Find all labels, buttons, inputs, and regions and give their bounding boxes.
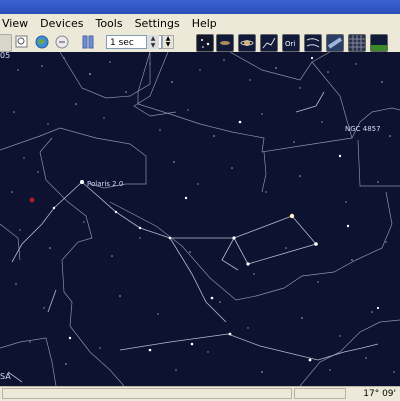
menu-help[interactable]: Help	[186, 17, 223, 30]
time-step-increment[interactable]: ▲	[146, 35, 159, 42]
stop-clock-icon[interactable]	[54, 34, 70, 50]
svg-text:Ori: Ori	[285, 40, 295, 48]
object-label-ngc[interactable]: NGC 4857	[345, 125, 381, 133]
menu-devices[interactable]: Devices	[34, 17, 89, 30]
window-title-bar	[0, 0, 400, 14]
partial-button[interactable]	[0, 34, 12, 52]
sky-chart-canvas[interactable]	[0, 52, 400, 386]
solar-system-toggle-icon[interactable]	[238, 34, 256, 52]
find-object-icon[interactable]	[14, 34, 30, 50]
menu-view[interactable]: View	[0, 17, 34, 30]
sky-map[interactable]: 05 Polaris 2.0 NGC 4857 SA	[0, 52, 400, 386]
toolbar: 1 sec ▲ ▼ ▲ ▼ Ori	[0, 32, 400, 53]
status-bar: 17° 09'	[0, 386, 400, 401]
star-label-polaris[interactable]: Polaris 2.0	[87, 180, 123, 188]
sky-corner-label-bottom: SA	[0, 372, 11, 381]
status-coordinates: 17° 09'	[363, 389, 396, 399]
constellation-names-toggle-icon[interactable]: Ori	[282, 34, 300, 52]
red-planet-marker[interactable]	[29, 197, 35, 203]
constellation-lines-toggle-icon[interactable]	[260, 34, 278, 52]
bright-stars	[52, 56, 380, 362]
globe-icon[interactable]	[34, 34, 50, 50]
time-step-decrement[interactable]: ▼	[146, 42, 159, 49]
horizon-toggle-icon[interactable]	[370, 34, 388, 52]
status-focus-field	[294, 388, 346, 399]
constellation-lines	[7, 91, 379, 383]
deep-sky-toggle-icon[interactable]	[216, 34, 234, 52]
status-message-field	[2, 388, 292, 399]
menu-tools[interactable]: Tools	[89, 17, 128, 30]
milky-way-toggle-icon[interactable]	[326, 34, 344, 52]
coordinate-grid-toggle-icon[interactable]	[348, 34, 366, 52]
faint-star-field	[11, 57, 395, 373]
sky-corner-label-top: 05	[0, 52, 11, 60]
constellation-boundaries-toggle-icon[interactable]	[304, 34, 322, 52]
menu-bar: View Devices Tools Settings Help	[0, 14, 400, 33]
time-step-units-button[interactable]: ▲ ▼	[162, 35, 174, 49]
stars-toggle-icon[interactable]	[196, 34, 214, 52]
pause-icon[interactable]	[80, 34, 96, 50]
menu-settings[interactable]: Settings	[129, 17, 186, 30]
